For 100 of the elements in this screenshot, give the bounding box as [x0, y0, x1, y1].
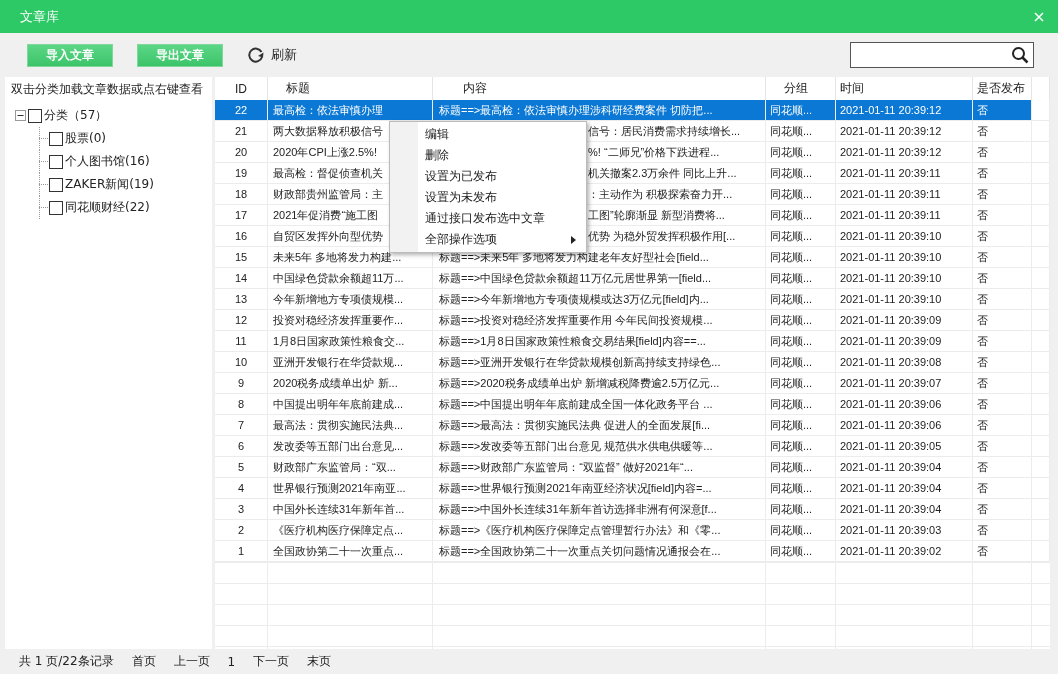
- table-cell: 标题==>最高法：贯彻实施民法典 促进人的全面发展[fi...: [433, 415, 766, 436]
- table-cell: 15: [215, 247, 268, 268]
- table-cell: 同花顺...: [766, 373, 836, 394]
- table-cell: 标题==>中国提出明年年底前建成全国一体化政务平台 ...: [433, 394, 766, 415]
- table-cell: 2021-01-11 20:39:05: [836, 436, 973, 457]
- table-cell: 同花顺...: [766, 142, 836, 163]
- table-cell: 标题==>世界银行预测2021年南亚经济状况[field]内容=...: [433, 478, 766, 499]
- tree-checkbox[interactable]: [49, 200, 63, 215]
- table-cell: 否: [973, 268, 1032, 289]
- pager-link[interactable]: 下一页: [253, 653, 290, 670]
- table-cell: 同花顺...: [766, 205, 836, 226]
- table-cell: 2021-01-11 20:39:10: [836, 226, 973, 247]
- pager-link[interactable]: 上一页: [173, 653, 210, 670]
- tree-checkbox[interactable]: [49, 177, 63, 192]
- table-cell: 8: [215, 394, 268, 415]
- table-cell: 2021-01-11 20:39:12: [836, 142, 973, 163]
- table-cell: 2021-01-11 20:39:07: [836, 373, 973, 394]
- table-cell: 同花顺...: [766, 289, 836, 310]
- table-cell: 同花顺...: [766, 520, 836, 541]
- table-cell: 标题==>财政部广东监管局：“双监督” 做好2021年“...: [433, 457, 766, 478]
- table-cell: 否: [973, 478, 1032, 499]
- table-cell: 2021-01-11 20:39:04: [836, 478, 973, 499]
- table-cell: 否: [973, 520, 1032, 541]
- table-cell: 2021-01-11 20:39:04: [836, 499, 973, 520]
- table-cell: 标题==>投资对稳经济发挥重要作用 今年民间投资规模...: [433, 310, 766, 331]
- sidebar-hint: 双击分类加载文章数据或点右键查看: [11, 81, 204, 98]
- table-cell: 1: [215, 541, 268, 562]
- table-cell: 同花顺...: [766, 184, 836, 205]
- search-icon[interactable]: [1011, 46, 1029, 64]
- tree-line: [39, 150, 49, 173]
- table-cell: 2021-01-11 20:39:02: [836, 541, 973, 562]
- table-cell: 22: [215, 100, 268, 121]
- table-cell: 标题==>《医疗机构医疗保障定点管理暂行办法》和《零...: [433, 520, 766, 541]
- pager-link[interactable]: 末页: [307, 653, 332, 670]
- table-cell: 最高检：依法审慎办理: [268, 100, 433, 121]
- empty-cell: [1032, 121, 1050, 142]
- collapse-icon[interactable]: [15, 110, 26, 121]
- table-cell: 同花顺...: [766, 436, 836, 457]
- table-cell: 2021-01-11 20:39:12: [836, 121, 973, 142]
- table-cell: 发改委等五部门出台意见...: [268, 436, 433, 457]
- table-cell: 5: [215, 457, 268, 478]
- table-cell: 否: [973, 163, 1032, 184]
- tree-item[interactable]: 同花顺财经(22): [65, 199, 150, 216]
- table-cell: 2021-01-11 20:39:11: [836, 205, 973, 226]
- table-cell: 同花顺...: [766, 541, 836, 562]
- table-cell: 同花顺...: [766, 121, 836, 142]
- table-cell: 世界银行预测2021年南亚...: [268, 478, 433, 499]
- table-cell: 6: [215, 436, 268, 457]
- table-cell: 同花顺...: [766, 352, 836, 373]
- table-cell: 标题==>今年新增地方专项债规模或达3万亿元[field]内...: [433, 289, 766, 310]
- table-cell: 否: [973, 373, 1032, 394]
- table-cell: 否: [973, 289, 1032, 310]
- table-cell: 同花顺...: [766, 478, 836, 499]
- table-cell: 16: [215, 226, 268, 247]
- table-cell: 20: [215, 142, 268, 163]
- table-cell: 同花顺...: [766, 415, 836, 436]
- table-cell: 18: [215, 184, 268, 205]
- tree-item[interactable]: ZAKER新闻(19): [65, 176, 154, 193]
- table-cell: 否: [973, 184, 1032, 205]
- table-cell: 7: [215, 415, 268, 436]
- table-cell: 亚洲开发银行在华贷款规...: [268, 352, 433, 373]
- table-cell: 否: [973, 415, 1032, 436]
- table-cell: 否: [973, 247, 1032, 268]
- table-cell: 2021-01-11 20:39:08: [836, 352, 973, 373]
- tree-item[interactable]: 股票(0): [65, 130, 106, 147]
- table-cell: 12: [215, 310, 268, 331]
- table-cell: 2021-01-11 20:39:04: [836, 457, 973, 478]
- tree-item[interactable]: 分类（57）: [44, 107, 108, 124]
- table-cell: 否: [973, 436, 1032, 457]
- table-cell: 2021-01-11 20:39:11: [836, 163, 973, 184]
- table-cell: 11: [215, 331, 268, 352]
- table-cell: 中国提出明年年底前建成...: [268, 394, 433, 415]
- search-field[interactable]: [850, 42, 1034, 68]
- tree-checkbox[interactable]: [28, 108, 42, 123]
- table-cell: 2021-01-11 20:39:06: [836, 415, 973, 436]
- tree-item[interactable]: 个人图书馆(16): [65, 153, 150, 170]
- refresh-button[interactable]: 刷新: [247, 46, 297, 64]
- table-cell: 标题==>中国绿色贷款余额超11万亿元居世界第一[field...: [433, 268, 766, 289]
- tree-line: [39, 173, 49, 196]
- table-cell: 否: [973, 541, 1032, 562]
- tree-checkbox[interactable]: [49, 154, 63, 169]
- table-cell: 否: [973, 100, 1032, 121]
- tree-checkbox[interactable]: [49, 131, 63, 146]
- table-cell: 同花顺...: [766, 226, 836, 247]
- table-cell: 同花顺...: [766, 394, 836, 415]
- table-cell: 2021-01-11 20:39:09: [836, 310, 973, 331]
- table-cell: 否: [973, 394, 1032, 415]
- table-cell: 标题==>发改委等五部门出台意见 规范供水供电供暖等...: [433, 436, 766, 457]
- table-cell: 中国外长连续31年新年首...: [268, 499, 433, 520]
- table-cell: 4: [215, 478, 268, 499]
- pager-link[interactable]: 首页: [131, 653, 156, 670]
- table-cell: 标题==>中国外长连续31年新年首访选择非洲有何深意[f...: [433, 499, 766, 520]
- table-cell: 2021-01-11 20:39:11: [836, 184, 973, 205]
- table-cell: 投资对稳经济发挥重要作...: [268, 310, 433, 331]
- table-cell: 2: [215, 520, 268, 541]
- pager-link[interactable]: 1: [227, 654, 236, 669]
- table-cell: 否: [973, 142, 1032, 163]
- table-cell: 标题==>亚洲开发银行在华贷款规模创新高持续支持绿色...: [433, 352, 766, 373]
- table-cell: 标题==>2020税务成绩单出炉 新增减税降费逾2.5万亿元...: [433, 373, 766, 394]
- empty-cell: [1032, 100, 1050, 121]
